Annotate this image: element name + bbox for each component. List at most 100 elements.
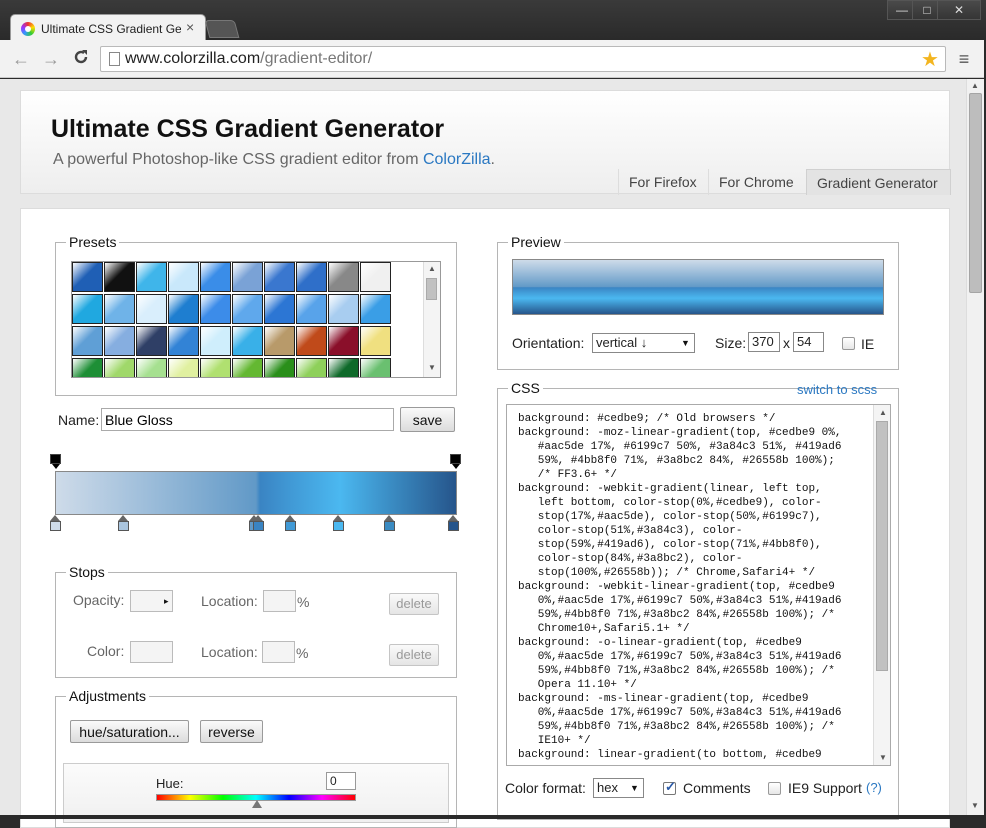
css-scrollbar[interactable]: ▲ ▼ (873, 405, 890, 765)
bookmark-star-icon[interactable]: ★ (921, 47, 939, 72)
preset-swatch[interactable] (296, 294, 327, 324)
preset-swatch[interactable] (104, 294, 135, 324)
color-stop-marker[interactable] (448, 515, 459, 531)
preset-swatch[interactable] (328, 326, 359, 356)
preset-swatch[interactable] (72, 326, 103, 356)
tab-close-icon[interactable]: × (186, 19, 194, 35)
color-stop-marker[interactable] (50, 515, 61, 531)
opacity-location-input[interactable] (263, 590, 296, 612)
color-location-input[interactable] (262, 641, 295, 663)
switch-to-scss-link[interactable]: switch to scss (797, 382, 877, 397)
color-stop-marker[interactable] (284, 515, 296, 531)
gradient-name-input[interactable] (101, 408, 394, 431)
reverse-button[interactable]: reverse (200, 720, 263, 743)
preset-swatch[interactable] (136, 358, 167, 377)
preset-swatch[interactable] (104, 262, 135, 292)
preset-swatch[interactable] (264, 294, 295, 324)
preset-swatch[interactable] (296, 326, 327, 356)
preset-swatch[interactable] (200, 262, 231, 292)
comments-checkbox[interactable] (663, 779, 676, 795)
preset-swatch[interactable] (360, 294, 391, 324)
preset-swatch[interactable] (264, 358, 295, 377)
preset-swatch[interactable] (168, 358, 199, 377)
tab-for-chrome[interactable]: For Chrome (708, 169, 804, 195)
preview-height-input[interactable]: 54 (793, 332, 824, 352)
ie9-help-link[interactable]: (?) (866, 780, 882, 795)
gradient-preview[interactable] (512, 259, 884, 315)
css-code-area[interactable]: background: #cedbe9; /* Old browsers */ … (506, 404, 891, 766)
preset-swatch[interactable] (104, 326, 135, 356)
preset-swatch[interactable] (232, 326, 263, 356)
preset-swatch[interactable] (360, 262, 391, 292)
preset-swatch[interactable] (264, 326, 295, 356)
preset-swatch[interactable] (296, 262, 327, 292)
url-text[interactable]: www.colorzilla.com/gradient-editor/ (125, 50, 372, 68)
preset-swatch[interactable] (360, 358, 391, 377)
color-stop-marker[interactable] (332, 515, 344, 531)
reload-icon[interactable] (70, 48, 92, 70)
preset-swatch[interactable] (200, 326, 231, 356)
preset-swatch[interactable] (168, 262, 199, 292)
scroll-up-icon[interactable]: ▲ (971, 81, 979, 90)
gradient-bar[interactable] (55, 471, 457, 515)
delete-color-stop-button[interactable]: delete (389, 644, 439, 666)
preset-swatch[interactable] (200, 358, 231, 377)
opacity-stop-right[interactable] (450, 454, 461, 470)
colorzilla-link[interactable]: ColorZilla (423, 151, 491, 168)
address-bar[interactable]: www.colorzilla.com/gradient-editor/ ★ (100, 46, 946, 72)
page-scroll-thumb[interactable] (969, 93, 982, 293)
preset-swatch[interactable] (264, 262, 295, 292)
preset-swatch[interactable] (136, 326, 167, 356)
preset-swatch[interactable] (296, 358, 327, 377)
delete-opacity-stop-button[interactable]: delete (389, 593, 439, 615)
opacity-stop-left[interactable] (50, 454, 61, 470)
css-scroll-thumb[interactable] (876, 421, 888, 671)
color-stop-marker[interactable] (384, 515, 396, 531)
orientation-select[interactable]: vertical ↓ ▼ (592, 333, 695, 353)
preset-scrollbar[interactable]: ▲ ▼ (423, 262, 440, 377)
save-button[interactable]: save (400, 407, 455, 432)
tab-for-firefox[interactable]: For Firefox (618, 169, 707, 195)
preset-swatch[interactable] (168, 294, 199, 324)
preset-swatch[interactable] (200, 294, 231, 324)
stop-color-swatch[interactable] (130, 641, 173, 663)
preset-swatch[interactable] (136, 294, 167, 324)
preset-scroll-thumb[interactable] (426, 278, 437, 300)
forward-arrow-icon[interactable]: → (40, 48, 62, 70)
preset-swatch[interactable] (232, 358, 263, 377)
color-stop-marker[interactable] (117, 515, 129, 531)
hue-slider-handle[interactable] (252, 800, 262, 808)
tab-gradient-generator[interactable]: Gradient Generator (806, 169, 951, 195)
preset-swatch[interactable] (168, 326, 199, 356)
back-arrow-icon[interactable]: ← (10, 48, 32, 70)
new-tab-button[interactable] (204, 20, 240, 38)
preset-swatch[interactable] (72, 358, 103, 377)
preset-swatch[interactable] (136, 262, 167, 292)
close-window-button[interactable]: ✕ (937, 0, 981, 20)
preset-swatch[interactable] (72, 262, 103, 292)
page-scrollbar[interactable]: ▲ ▼ (966, 79, 984, 815)
ie-checkbox[interactable] (842, 337, 855, 350)
hue-saturation-button[interactable]: hue/saturation... (70, 720, 189, 743)
preset-swatch[interactable] (328, 294, 359, 324)
browser-tab[interactable]: Ultimate CSS Gradient Gener × (10, 14, 206, 42)
scroll-up-icon[interactable]: ▲ (879, 408, 887, 417)
preset-swatch[interactable] (328, 262, 359, 292)
preset-swatch[interactable] (328, 358, 359, 377)
scroll-up-icon[interactable]: ▲ (428, 264, 436, 273)
scroll-down-icon[interactable]: ▼ (971, 801, 979, 810)
scroll-down-icon[interactable]: ▼ (428, 363, 436, 372)
preset-swatch[interactable] (104, 358, 135, 377)
scroll-down-icon[interactable]: ▼ (879, 753, 887, 762)
preset-swatch[interactable] (232, 294, 263, 324)
preset-swatch[interactable] (232, 262, 263, 292)
preset-swatch[interactable] (72, 294, 103, 324)
color-format-select[interactable]: hex ▼ (593, 778, 644, 798)
hue-value-input[interactable]: 0 (326, 772, 356, 790)
preset-swatch[interactable] (360, 326, 391, 356)
ie9-support-checkbox[interactable] (768, 782, 781, 795)
preview-width-input[interactable]: 370 (748, 332, 780, 352)
opacity-dropdown[interactable]: ▸ (130, 590, 173, 612)
browser-menu-icon[interactable]: ≡ (954, 49, 974, 69)
color-stop-marker[interactable] (252, 515, 264, 531)
